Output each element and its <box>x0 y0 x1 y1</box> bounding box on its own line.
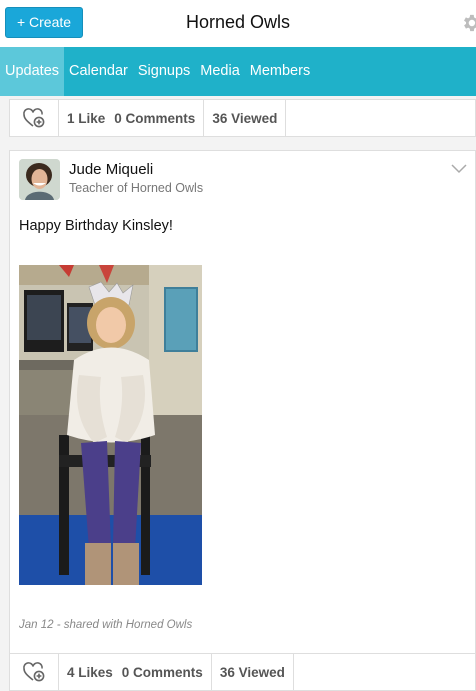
tab-members[interactable]: Members <box>245 47 315 96</box>
tab-media[interactable]: Media <box>195 47 245 96</box>
heart-add-icon <box>23 662 45 682</box>
author-role: Teacher of Horned Owls <box>69 181 204 195</box>
views-count[interactable]: 36 Viewed <box>204 100 287 136</box>
post-card: Jude Miqueli Teacher of Horned Owls Happ… <box>9 150 476 655</box>
post-meta: Jan 12 - shared with Horned Owls <box>19 619 193 631</box>
likes-comments[interactable]: 1 Like 0 Comments <box>59 100 205 136</box>
page-title: Horned Owls <box>185 12 291 32</box>
avatar[interactable] <box>19 159 60 200</box>
tab-signups[interactable]: Signups <box>133 47 195 96</box>
likes-count[interactable]: 4 Likes <box>67 665 113 680</box>
top-header: + Create Horned Owls <box>0 0 476 47</box>
tab-calendar[interactable]: Calendar <box>64 47 133 96</box>
post-photo[interactable] <box>19 265 202 585</box>
comments-count[interactable]: 0 Comments <box>114 111 195 126</box>
likes-comments[interactable]: 4 Likes 0 Comments <box>59 654 212 690</box>
post-text: Happy Birthday Kinsley! <box>19 218 173 234</box>
views-count[interactable]: 36 Viewed <box>212 654 294 690</box>
author-name[interactable]: Jude Miqueli <box>69 161 153 178</box>
gear-icon[interactable] <box>460 12 476 34</box>
like-button[interactable] <box>10 654 59 690</box>
chevron-down-icon[interactable] <box>451 164 467 174</box>
post-stats: 4 Likes 0 Comments 36 Viewed <box>9 653 476 691</box>
tab-updates[interactable]: Updates <box>0 47 65 96</box>
tab-bar: Updates Calendar Signups Media Members <box>0 47 476 96</box>
comments-count[interactable]: 0 Comments <box>122 665 203 680</box>
heart-add-icon <box>23 108 45 128</box>
previous-post-stats: 1 Like 0 Comments 36 Viewed <box>9 99 476 137</box>
likes-count[interactable]: 1 Like <box>67 111 105 126</box>
like-button[interactable] <box>10 100 59 136</box>
